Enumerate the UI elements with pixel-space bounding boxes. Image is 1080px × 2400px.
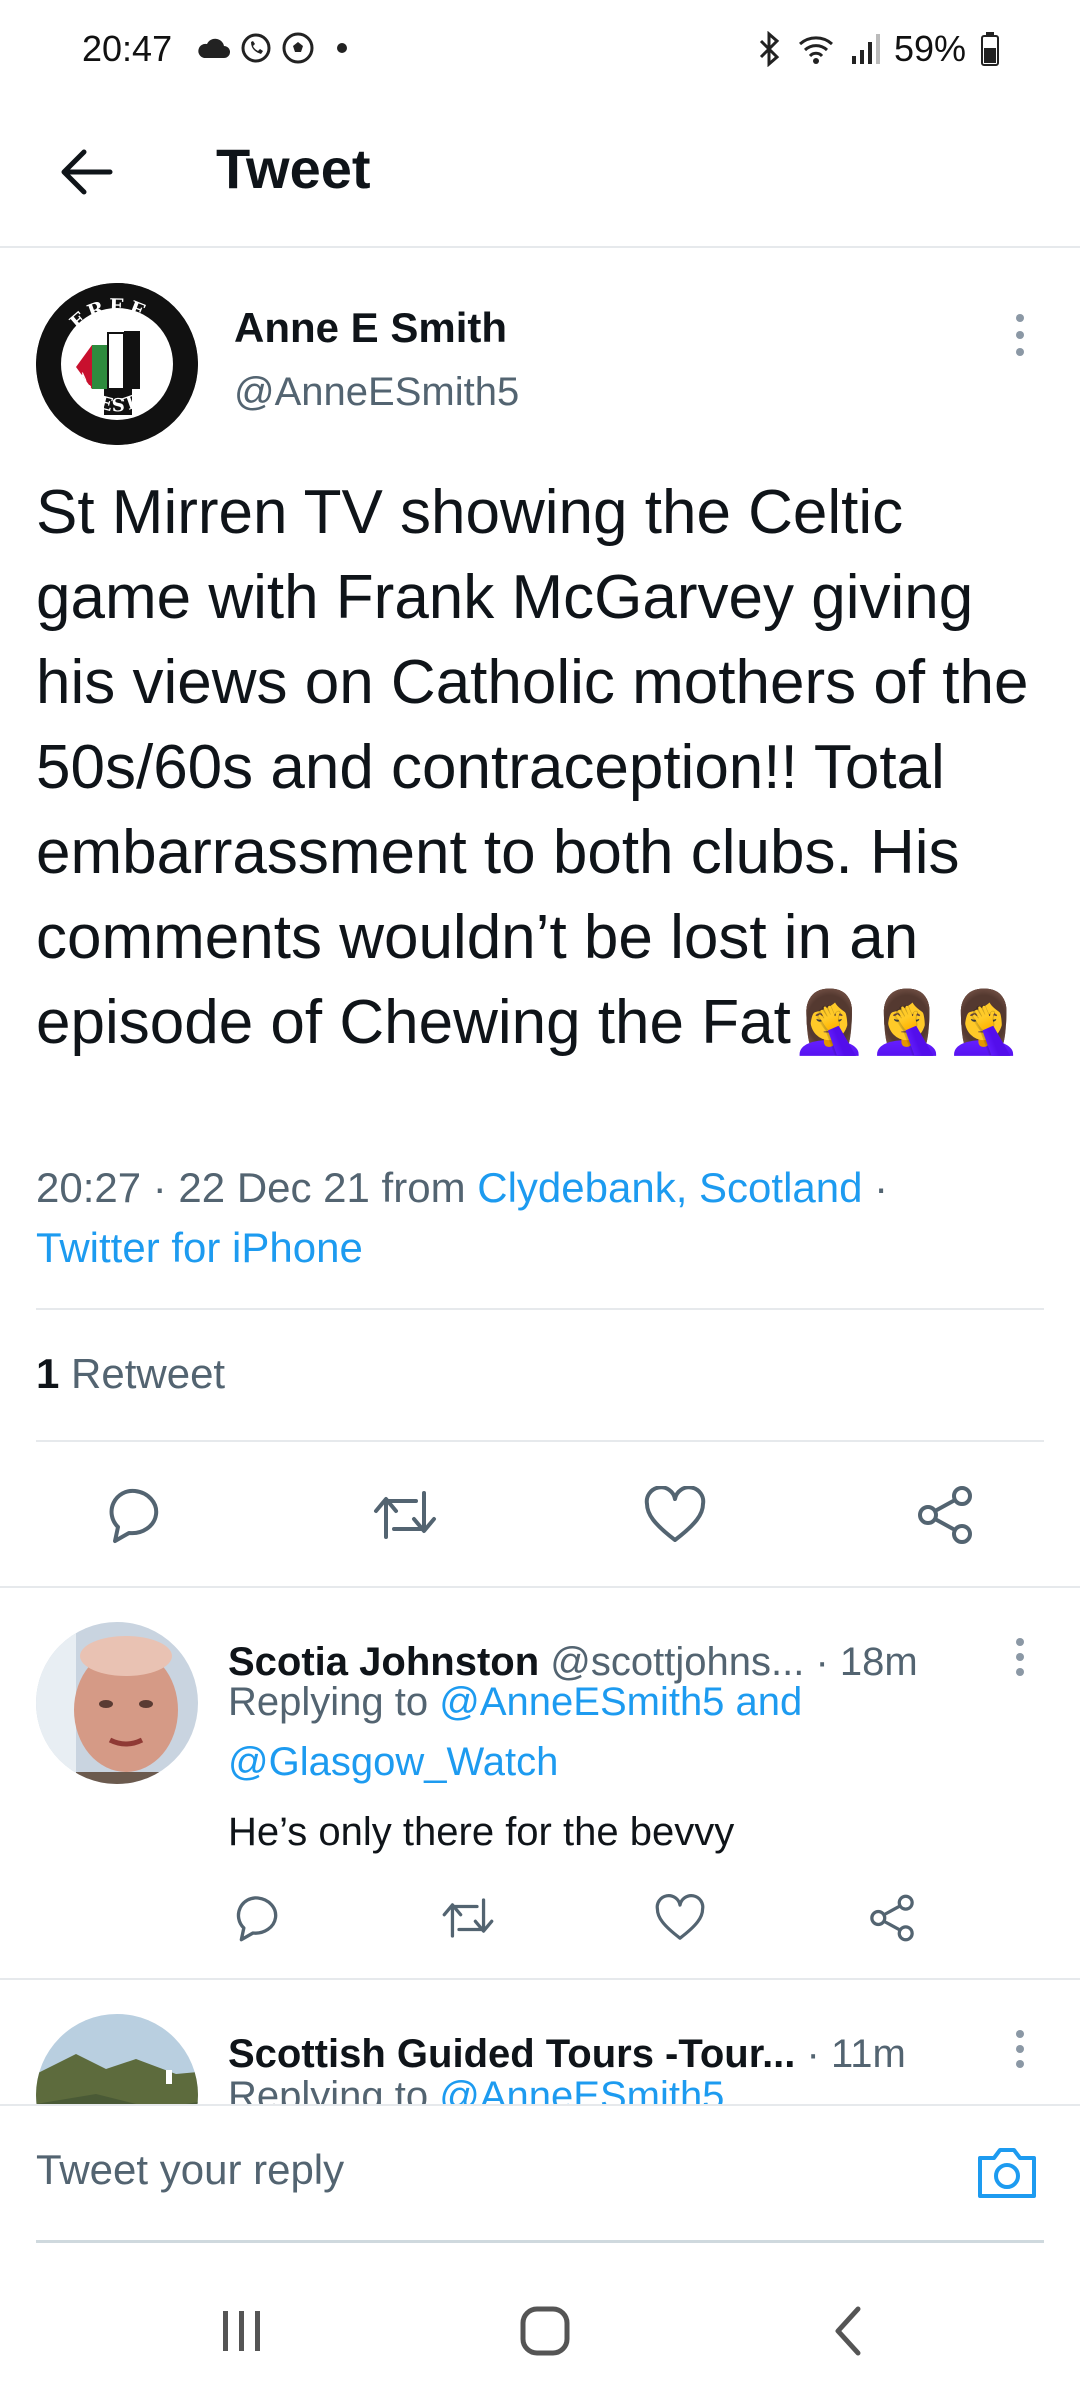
wifi-icon xyxy=(798,36,833,64)
reply-input[interactable]: Tweet your reply xyxy=(36,2146,344,2194)
tweet-action-bar xyxy=(0,1480,1080,1550)
divider xyxy=(36,1308,1044,1310)
system-nav-bar xyxy=(0,2260,1080,2400)
user-photo xyxy=(36,1622,198,1784)
composer-underline xyxy=(36,2240,1044,2243)
tweet-source-link[interactable]: Twitter for iPhone xyxy=(36,1224,363,1271)
retweet-count-value: 1 xyxy=(36,1350,60,1397)
dot-icon xyxy=(337,43,347,53)
tweet-location-link[interactable]: Clydebank, Scotland xyxy=(477,1164,862,1211)
chevron-left-icon xyxy=(835,2306,861,2356)
reply-avatar[interactable] xyxy=(36,1622,198,1784)
replying-to-link[interactable]: @Glasgow_Watch xyxy=(228,1740,558,1784)
share-button[interactable] xyxy=(910,1480,980,1550)
divider xyxy=(0,1586,1080,1588)
app-header: Tweet xyxy=(0,100,1080,248)
bluetooth-icon xyxy=(759,31,780,67)
author-avatar[interactable]: FREE PALESTINE xyxy=(36,283,198,445)
notification-icons xyxy=(196,32,352,64)
signal-icon xyxy=(851,34,880,64)
reply-button[interactable] xyxy=(100,1480,170,1550)
whatsapp-icon xyxy=(241,33,271,63)
retweet-count-label: Retweet xyxy=(59,1350,226,1397)
replying-prefix: Replying to xyxy=(228,1680,440,1724)
heart-icon xyxy=(644,1486,706,1542)
arrow-left-icon xyxy=(61,149,113,195)
reply-text: He’s only there for the bevvy xyxy=(228,1810,735,1854)
back-button[interactable] xyxy=(50,136,122,208)
reply-button[interactable] xyxy=(228,1888,288,1948)
divider xyxy=(0,1978,1080,1980)
retweet-icon xyxy=(374,1491,436,1539)
replying-to-link[interactable]: @AnneESmith5 xyxy=(439,1680,724,1724)
heart-icon xyxy=(655,1894,705,1940)
fist-logo: FREE PALESTINE xyxy=(36,283,198,445)
replying-to: Replying to @AnneESmith5 and @Glasgow_Wa… xyxy=(228,1672,1028,1792)
reply-action-bar xyxy=(0,1888,1080,1948)
system-status: 59% xyxy=(756,28,1000,70)
recents-button[interactable] xyxy=(202,2296,282,2366)
football-icon xyxy=(282,32,314,64)
share-icon xyxy=(870,1894,914,1942)
tweet-body: St Mirren TV showing the Celtic game wit… xyxy=(36,478,1029,1057)
retweet-button[interactable] xyxy=(370,1480,440,1550)
facepalm-emojis: 🤦‍♀️🤦‍♀️🤦‍♀️ xyxy=(790,988,1023,1057)
recents-icon xyxy=(223,2311,260,2351)
reply-icon xyxy=(109,1488,159,1543)
status-bar: 20:47 59% xyxy=(0,0,1080,100)
reply-icon xyxy=(236,1896,278,1942)
battery-icon xyxy=(981,32,999,66)
cloud-icon xyxy=(198,38,230,58)
status-time: 20:47 xyxy=(82,28,173,69)
retweet-button[interactable] xyxy=(438,1888,498,1948)
home-icon xyxy=(520,2306,570,2356)
back-nav-button[interactable] xyxy=(808,2296,888,2366)
author-name[interactable]: Anne E Smith xyxy=(234,304,507,352)
camera-button[interactable] xyxy=(974,2142,1040,2202)
retweet-icon xyxy=(442,1898,494,1938)
share-button[interactable] xyxy=(862,1888,922,1948)
tweet-timestamp[interactable]: 20:27 · 22 Dec 21 from xyxy=(36,1164,477,1211)
page-title: Tweet xyxy=(216,137,371,200)
author-handle[interactable]: @AnneESmith5 xyxy=(234,370,519,415)
battery-percent: 59% xyxy=(893,28,966,69)
like-button[interactable] xyxy=(650,1888,710,1948)
more-options-button[interactable] xyxy=(1000,310,1040,360)
like-button[interactable] xyxy=(640,1480,710,1550)
meta-separator: · xyxy=(862,1164,889,1211)
divider xyxy=(36,1440,1044,1442)
tweet-meta: 20:27 · 22 Dec 21 from Clydebank, Scotla… xyxy=(36,1158,1046,1278)
camera-icon xyxy=(978,2148,1036,2198)
replying-and: and xyxy=(724,1680,803,1724)
home-button[interactable] xyxy=(505,2296,585,2366)
retweet-count-link[interactable]: 1 Retweet xyxy=(36,1350,225,1398)
more-vertical-icon xyxy=(1016,314,1024,356)
tweet-text: St Mirren TV showing the Celtic game wit… xyxy=(36,470,1046,1065)
reply-composer: Tweet your reply xyxy=(0,2104,1080,2244)
share-icon xyxy=(918,1486,972,1544)
